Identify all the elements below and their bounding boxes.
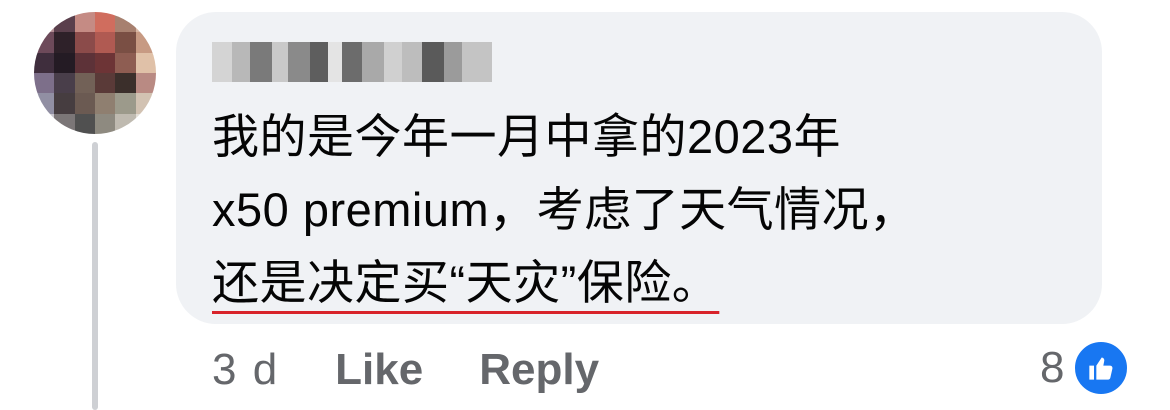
reaction-summary[interactable]: 8 (1040, 338, 1131, 398)
comment-actions: 3 d Like Reply (212, 340, 599, 400)
reaction-count: 8 (1040, 343, 1065, 392)
avatar[interactable] (34, 12, 156, 134)
comment-line: x50 premium，考虑了天气情况， (212, 183, 917, 236)
comment-line-underlined: 还是决定买“天灾”保险。 (212, 256, 720, 309)
like-button[interactable]: Like (335, 345, 423, 395)
author-name-blurred[interactable] (212, 42, 492, 82)
reply-button[interactable]: Reply (479, 345, 599, 395)
timestamp[interactable]: 3 d (212, 345, 279, 395)
comment-line: 我的是今年一月中拿的2023年 (212, 110, 842, 163)
comment-text: 我的是今年一月中拿的2023年 x50 premium，考虑了天气情况， 还是决… (212, 100, 1072, 319)
thread-line (92, 142, 98, 410)
thumbs-up-icon (1072, 339, 1131, 397)
